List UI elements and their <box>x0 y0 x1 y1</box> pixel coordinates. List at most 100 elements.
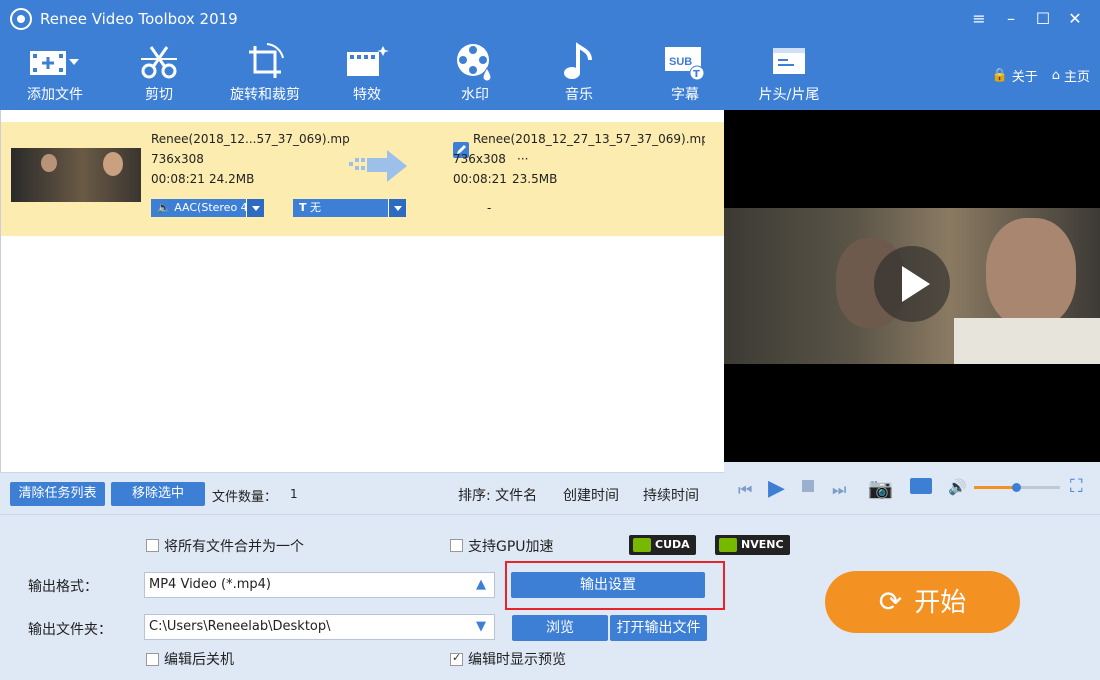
nvenc-badge: NVENC <box>715 535 790 555</box>
file-count-label: 文件数量： <box>212 490 278 505</box>
text-icon: T <box>299 201 307 214</box>
effects-button[interactable]: 特效 <box>312 42 422 108</box>
intro-outro-icon <box>734 42 844 82</box>
video-thumbnail <box>11 148 141 202</box>
sort-by-name[interactable]: 排序: 文件名 <box>458 485 537 505</box>
output-resolution-more: ··· <box>517 152 529 166</box>
merge-label: 将所有文件合并为一个 <box>164 539 304 555</box>
convert-arrow-icon <box>347 148 409 188</box>
add-file-label: 添加文件 <box>27 87 83 103</box>
output-resolution: 736x308 <box>453 152 506 166</box>
subtitle-button[interactable]: SUB T 字幕 <box>630 42 740 108</box>
stop-icon[interactable] <box>802 480 814 492</box>
output-settings-button[interactable]: 输出设置 <box>511 572 705 598</box>
folder-label: 输出文件夹： <box>28 622 112 638</box>
cut-label: 剪切 <box>145 87 173 103</box>
output-size: 23.5MB <box>512 172 558 186</box>
close-button[interactable]: ✕ <box>1062 6 1088 32</box>
dash-placeholder: - <box>487 201 492 215</box>
start-button[interactable]: ⟳ 开始 <box>825 571 1020 633</box>
app-logo-icon <box>10 8 32 30</box>
output-filename: Renee(2018_12_27_13_57_37_069).mp <box>473 132 705 146</box>
window-title: Renee Video Toolbox 2019 <box>40 10 238 28</box>
effects-label: 特效 <box>353 87 381 103</box>
source-duration: 00:08:21 <box>151 172 205 186</box>
lock-icon: 🔒 <box>991 68 1008 83</box>
menu-icon[interactable]: ≡ <box>966 6 992 32</box>
browse-button[interactable]: 浏览 <box>512 615 608 641</box>
shutdown-label: 编辑后关机 <box>164 652 234 668</box>
source-resolution: 736x308 <box>151 152 204 166</box>
show-preview-checkbox[interactable] <box>450 651 463 666</box>
subtitle-label: 字幕 <box>671 87 699 103</box>
source-filename: Renee(2018_12...57_37_069).mp <box>151 132 350 146</box>
music-label: 音乐 <box>565 87 593 103</box>
refresh-icon: ⟳ <box>878 585 903 618</box>
intro-outro-label: 片头/片尾 <box>758 87 820 103</box>
output-folder-field[interactable]: C:\Users\Reneelab\Desktop\ ▼ <box>144 614 495 640</box>
music-button[interactable]: 音乐 <box>524 42 634 108</box>
remove-selected-button[interactable]: 移除选中 <box>111 482 205 506</box>
list-action-bar: 清除任务列表 移除选中 文件数量： 1 排序: 文件名 创建时间 持续时间 <box>0 472 724 514</box>
merge-checkbox[interactable] <box>146 539 159 552</box>
scissors-icon <box>104 42 214 82</box>
rotate-crop-label: 旋转和裁剪 <box>230 87 300 103</box>
maximize-button[interactable]: ☐ <box>1030 6 1056 32</box>
fullscreen-icon[interactable]: ⛶ <box>1070 476 1083 497</box>
effects-icon <box>312 42 422 82</box>
rotate-crop-icon <box>210 42 320 82</box>
watermark-icon <box>420 42 530 82</box>
music-note-icon <box>524 42 634 82</box>
skip-back-icon[interactable]: ⏮ <box>738 480 752 500</box>
file-row[interactable]: Renee(2018_12...57_37_069).mp 736x308 00… <box>1 122 725 236</box>
chevron-down-icon <box>246 199 264 217</box>
file-count: 1 <box>290 487 298 501</box>
main-toolbar: 添加文件 剪切 旋转和裁剪 特效 水印 音乐 SUB T 字幕 片头/片尾 🔒 … <box>0 38 1100 110</box>
add-file-icon <box>0 42 110 82</box>
home-icon: ⌂ <box>1051 68 1060 83</box>
video-frame <box>724 208 1100 364</box>
watermark-label: 水印 <box>461 87 489 103</box>
add-file-button[interactable]: 添加文件 <box>0 42 110 108</box>
sort-by-created[interactable]: 创建时间 <box>563 485 619 505</box>
svg-text:SUB: SUB <box>669 56 692 68</box>
chevron-down-icon: ▼ <box>476 619 486 634</box>
home-link[interactable]: ⌂ 主页 <box>1052 66 1090 85</box>
show-preview-label: 编辑时显示预览 <box>468 652 566 668</box>
play-icon[interactable]: ▶ <box>768 476 785 501</box>
video-preview[interactable] <box>724 110 1100 462</box>
gpu-label: 支持GPU加速 <box>468 539 554 555</box>
volume-icon[interactable]: 🔊 <box>948 478 967 496</box>
volume-slider[interactable] <box>974 483 1060 492</box>
cut-button[interactable]: 剪切 <box>104 42 214 108</box>
play-overlay-button[interactable] <box>874 246 950 322</box>
subtitle-icon: SUB T <box>630 42 740 82</box>
player-controls: ⏮ ▶ ⏭ 📷 🔊 ⛶ <box>724 462 1100 514</box>
sort-by-duration[interactable]: 持续时间 <box>643 485 699 505</box>
open-output-folder-button[interactable]: 打开输出文件 <box>610 615 707 641</box>
about-link[interactable]: 🔒 关于 <box>992 66 1038 85</box>
watermark-button[interactable]: 水印 <box>420 42 530 108</box>
camera-icon[interactable]: 📷 <box>868 476 893 500</box>
source-size: 24.2MB <box>209 172 255 186</box>
title-bar: Renee Video Toolbox 2019 ≡ – ☐ ✕ <box>0 0 1100 38</box>
chevron-down-icon <box>388 199 406 217</box>
rotate-crop-button[interactable]: 旋转和裁剪 <box>210 42 320 108</box>
speaker-icon: 🔈 <box>157 201 171 214</box>
subtitle-select[interactable]: T 无 <box>293 199 406 217</box>
clear-list-button[interactable]: 清除任务列表 <box>10 482 105 506</box>
format-select[interactable]: MP4 Video (*.mp4) ▲ <box>144 572 495 598</box>
skip-forward-icon[interactable]: ⏭ <box>832 480 846 500</box>
audio-track-select[interactable]: 🔈 AAC(Stereo 4 <box>151 199 264 217</box>
output-duration: 00:08:21 <box>453 172 507 186</box>
minimize-button[interactable]: – <box>998 6 1024 32</box>
cuda-badge: CUDA <box>629 535 696 555</box>
intro-outro-button[interactable]: 片头/片尾 <box>734 42 844 108</box>
file-list: Renee(2018_12...57_37_069).mp 736x308 00… <box>0 110 725 472</box>
folder-icon[interactable] <box>910 478 932 494</box>
format-label: 输出格式： <box>28 579 98 595</box>
shutdown-checkbox[interactable] <box>146 653 159 666</box>
gpu-checkbox[interactable] <box>450 539 463 552</box>
svg-text:T: T <box>693 69 700 80</box>
chevron-up-icon: ▲ <box>476 577 486 592</box>
